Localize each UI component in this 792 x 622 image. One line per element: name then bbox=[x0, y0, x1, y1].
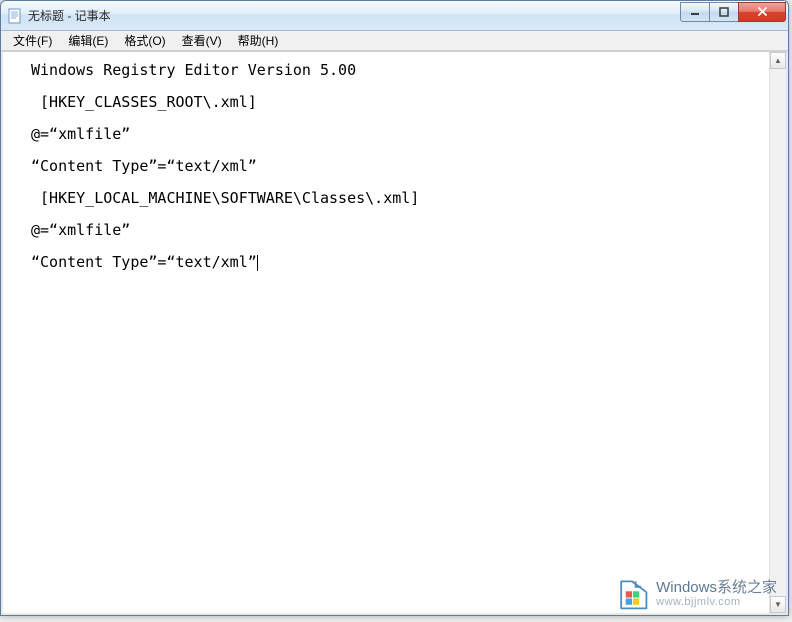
editor-line: “Content Type”=“text/xml” bbox=[31, 253, 257, 271]
window-controls bbox=[681, 2, 786, 22]
scroll-track[interactable] bbox=[770, 69, 786, 596]
minimize-button[interactable] bbox=[680, 2, 710, 22]
titlebar[interactable]: 无标题 - 记事本 bbox=[1, 1, 788, 31]
editor-line: [HKEY_CLASSES_ROOT\.xml] bbox=[31, 93, 257, 111]
chevron-down-icon: ▼ bbox=[774, 600, 782, 609]
close-button[interactable] bbox=[738, 2, 786, 22]
menu-help[interactable]: 帮助(H) bbox=[230, 31, 287, 50]
editor-line: @=“xmlfile” bbox=[31, 125, 130, 143]
editor-line: @=“xmlfile” bbox=[31, 221, 130, 239]
editor-line: Windows Registry Editor Version 5.00 bbox=[31, 61, 356, 79]
menu-file[interactable]: 文件(F) bbox=[5, 31, 60, 50]
editor-line: [HKEY_LOCAL_MACHINE\SOFTWARE\Classes\.xm… bbox=[31, 189, 419, 207]
chevron-up-icon: ▲ bbox=[774, 56, 782, 65]
scroll-down-button[interactable]: ▼ bbox=[770, 596, 786, 613]
menubar: 文件(F) 编辑(E) 格式(O) 查看(V) 帮助(H) bbox=[1, 31, 788, 51]
notepad-app-icon bbox=[7, 8, 23, 24]
vertical-scrollbar[interactable]: ▲ ▼ bbox=[769, 52, 786, 613]
editor-line: “Content Type”=“text/xml” bbox=[31, 157, 257, 175]
window-title: 无标题 - 记事本 bbox=[28, 7, 681, 24]
menu-format[interactable]: 格式(O) bbox=[116, 31, 173, 50]
notepad-window: 无标题 - 记事本 文件(F) 编辑(E) 格式(O) 查看(V) 帮助(H) … bbox=[0, 0, 789, 616]
menu-view[interactable]: 查看(V) bbox=[174, 31, 230, 50]
text-editor[interactable]: Windows Registry Editor Version 5.00 [HK… bbox=[3, 52, 769, 613]
scroll-up-button[interactable]: ▲ bbox=[770, 52, 786, 69]
menu-edit[interactable]: 编辑(E) bbox=[60, 31, 116, 50]
text-cursor-icon bbox=[257, 255, 258, 271]
maximize-button[interactable] bbox=[709, 2, 739, 22]
editor-area: Windows Registry Editor Version 5.00 [HK… bbox=[1, 51, 788, 615]
